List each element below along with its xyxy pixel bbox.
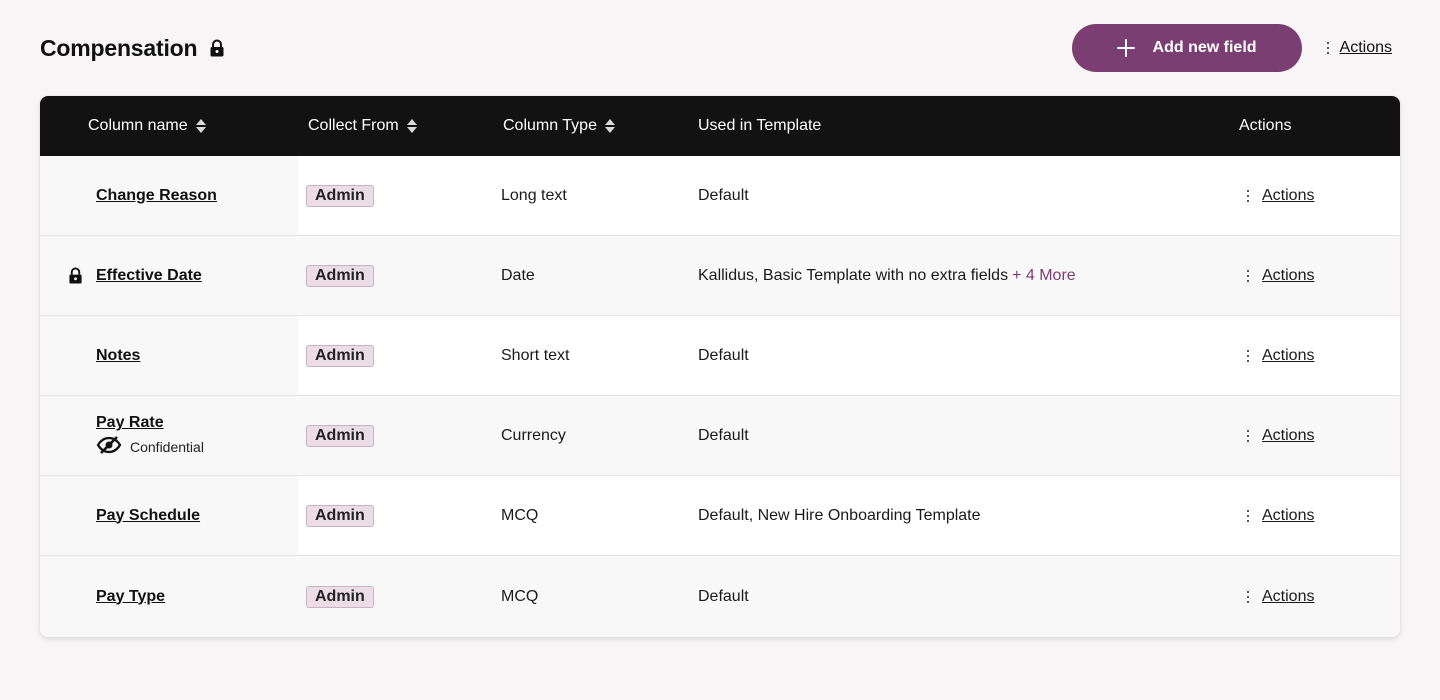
sort-icon[interactable] [604, 118, 615, 134]
collect-from-badge: Admin [306, 504, 374, 527]
row-actions-label: Actions [1262, 587, 1315, 605]
field-name-link[interactable]: Pay Rate [96, 414, 164, 432]
table-row: Pay Rate Confidential Admin Currency Def… [40, 396, 1400, 476]
column-header-used-in-template: Used in Template [698, 96, 821, 156]
template-cell: Default [698, 556, 749, 637]
column-type-cell: MCQ [501, 506, 539, 524]
table-row: Pay Type Admin MCQ Default Actions [40, 556, 1400, 637]
collect-from-cell: Admin [306, 396, 374, 475]
fields-table: Column name Collect From Column Type Use… [40, 96, 1400, 637]
kebab-icon [1246, 590, 1250, 603]
kebab-icon [1246, 429, 1250, 442]
kebab-icon [1326, 42, 1330, 55]
row-actions-menu[interactable]: Actions [1246, 556, 1314, 637]
row-actions-label: Actions [1262, 186, 1315, 204]
template-text: Default [698, 346, 749, 364]
more-templates-link[interactable]: + 4 More [1012, 267, 1076, 285]
field-name-cell: Pay Type [96, 556, 165, 637]
row-actions-menu[interactable]: Actions [1246, 156, 1314, 235]
title-group: Compensation [40, 35, 225, 62]
template-cell: Default [698, 396, 749, 475]
sort-icon[interactable] [195, 118, 206, 134]
column-header-label: Column Type [503, 117, 597, 134]
field-name-cell: Notes [96, 316, 140, 395]
field-name-cell: Effective Date [96, 236, 202, 315]
header-actions-menu[interactable]: Actions [1326, 39, 1392, 57]
column-header-label: Column name [88, 117, 188, 134]
kebab-icon [1246, 189, 1250, 202]
column-type-cell: Date [501, 266, 535, 284]
row-actions-menu[interactable]: Actions [1246, 236, 1314, 315]
column-type-cell: MCQ [501, 587, 539, 605]
row-actions-label: Actions [1262, 346, 1315, 364]
table-row: Change Reason Admin Long text Default Ac… [40, 156, 1400, 236]
collect-from-badge: Admin [306, 585, 374, 608]
kebab-icon [1246, 349, 1250, 362]
collect-from-cell: Admin [306, 556, 374, 637]
collect-from-cell: Admin [306, 316, 374, 395]
row-actions-label: Actions [1262, 506, 1315, 524]
collect-from-cell: Admin [306, 156, 374, 235]
column-header-label: Used in Template [698, 117, 822, 134]
field-name-link[interactable]: Effective Date [96, 267, 202, 285]
row-actions-menu[interactable]: Actions [1246, 396, 1314, 475]
field-name-link[interactable]: Pay Type [96, 588, 165, 606]
kebab-icon [1246, 269, 1250, 282]
column-type-cell: Short text [501, 346, 570, 364]
collect-from-badge: Admin [306, 424, 374, 447]
add-new-field-button[interactable]: Add new field [1071, 24, 1302, 72]
eye-slash-icon [96, 436, 122, 457]
sort-icon[interactable] [406, 118, 417, 134]
column-header-label: Actions [1239, 117, 1292, 134]
column-header-actions: Actions [1239, 96, 1291, 156]
template-cell: Kallidus, Basic Template with no extra f… [698, 236, 1076, 315]
row-actions-menu[interactable]: Actions [1246, 316, 1314, 395]
template-cell: Default [698, 316, 749, 395]
template-text: Kallidus, Basic Template with no extra f… [698, 266, 1009, 284]
row-actions-label: Actions [1262, 426, 1315, 444]
table-row: Pay Schedule Admin MCQ Default, New Hire… [40, 476, 1400, 556]
lock-icon [68, 267, 83, 289]
add-new-field-label: Add new field [1152, 39, 1257, 56]
column-header-name[interactable]: Column name [88, 96, 206, 156]
page-header: Compensation Add new field Actions [40, 24, 1392, 72]
column-header-column-type[interactable]: Column Type [503, 96, 615, 156]
lock-icon [209, 39, 225, 57]
kebab-icon [1246, 509, 1250, 522]
field-name-cell: Pay Rate Confidential [96, 396, 204, 475]
collect-from-badge: Admin [306, 264, 374, 287]
collect-from-badge: Admin [306, 184, 374, 207]
field-name-cell: Pay Schedule [96, 476, 200, 555]
template-text: Default, New Hire Onboarding Template [698, 506, 981, 524]
field-name-link[interactable]: Change Reason [96, 187, 217, 205]
row-actions-label: Actions [1262, 266, 1315, 284]
page-title: Compensation [40, 34, 198, 61]
row-actions-menu[interactable]: Actions [1246, 476, 1314, 555]
template-text: Default [698, 186, 749, 204]
column-type-cell: Currency [501, 426, 566, 444]
confidential-label: Confidential [130, 438, 204, 455]
template-text: Default [698, 426, 749, 444]
header-actions-label: Actions [1339, 39, 1392, 56]
collect-from-badge: Admin [306, 344, 374, 367]
field-name-link[interactable]: Notes [96, 347, 140, 365]
field-name-cell: Change Reason [96, 156, 217, 235]
table-header: Column name Collect From Column Type Use… [40, 96, 1400, 156]
header-actions: Add new field Actions [1071, 24, 1392, 72]
table-row: Notes Admin Short text Default Actions [40, 316, 1400, 396]
collect-from-cell: Admin [306, 236, 374, 315]
template-cell: Default [698, 156, 749, 235]
column-header-collect-from[interactable]: Collect From [308, 96, 417, 156]
field-name-link[interactable]: Pay Schedule [96, 507, 200, 525]
collect-from-cell: Admin [306, 476, 374, 555]
confidential-tag: Confidential [96, 436, 204, 457]
template-text: Default [698, 587, 749, 605]
column-type-cell: Long text [501, 186, 567, 204]
table-row: Effective Date Admin Date Kallidus, Basi… [40, 236, 1400, 316]
column-header-label: Collect From [308, 117, 399, 134]
template-cell: Default, New Hire Onboarding Template [698, 476, 981, 555]
plus-icon [1116, 39, 1135, 57]
